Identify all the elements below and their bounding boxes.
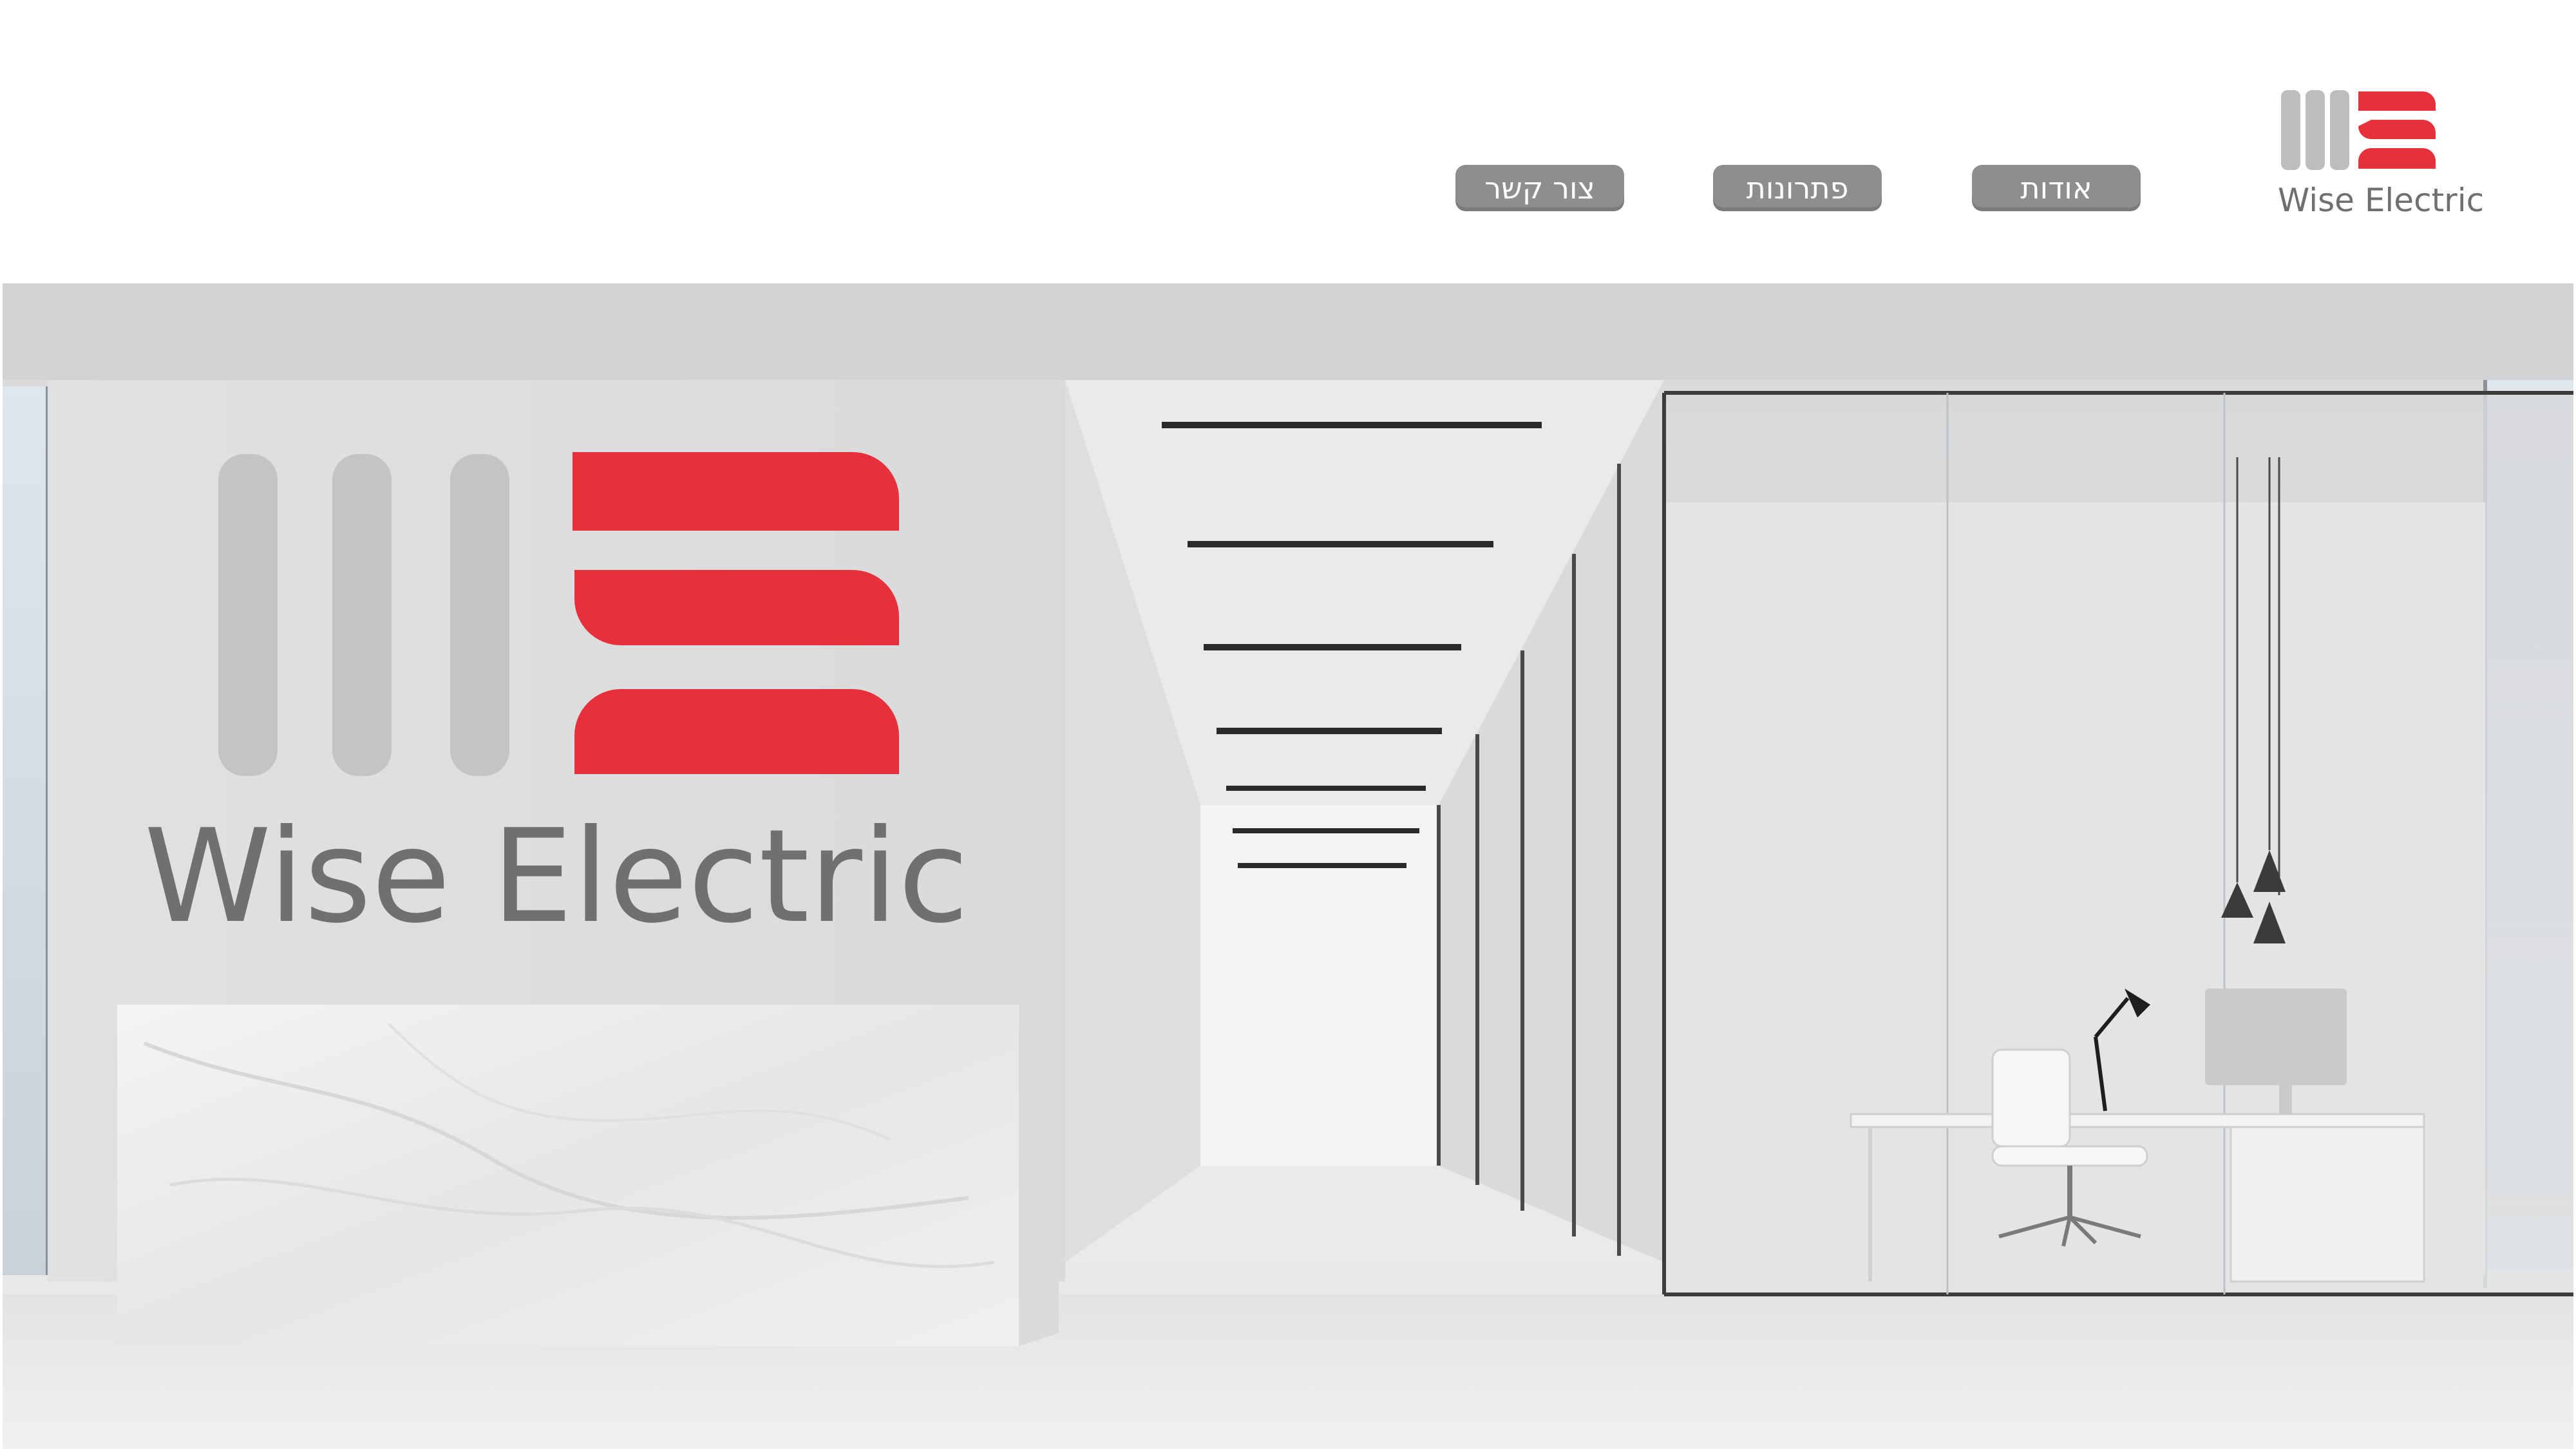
logo-wordmark: Wise Electric: [2278, 182, 2484, 219]
nav-solutions-button[interactable]: פתרונות: [1713, 165, 1882, 211]
site-header: Wise Electric אודות פתרונות צור קשר: [0, 0, 2576, 283]
nav-about-button[interactable]: אודות: [1972, 165, 2141, 211]
we-logo-icon: Wise Electric: [2278, 90, 2484, 219]
hero-image: Wise Electric: [3, 283, 2573, 1449]
office-reception-photo: Wise Electric: [3, 283, 2573, 1449]
site-logo[interactable]: Wise Electric: [2275, 90, 2487, 219]
nav-contact-button[interactable]: צור קשר: [1455, 165, 1624, 211]
wall-brand-text: Wise Electric: [144, 802, 969, 952]
